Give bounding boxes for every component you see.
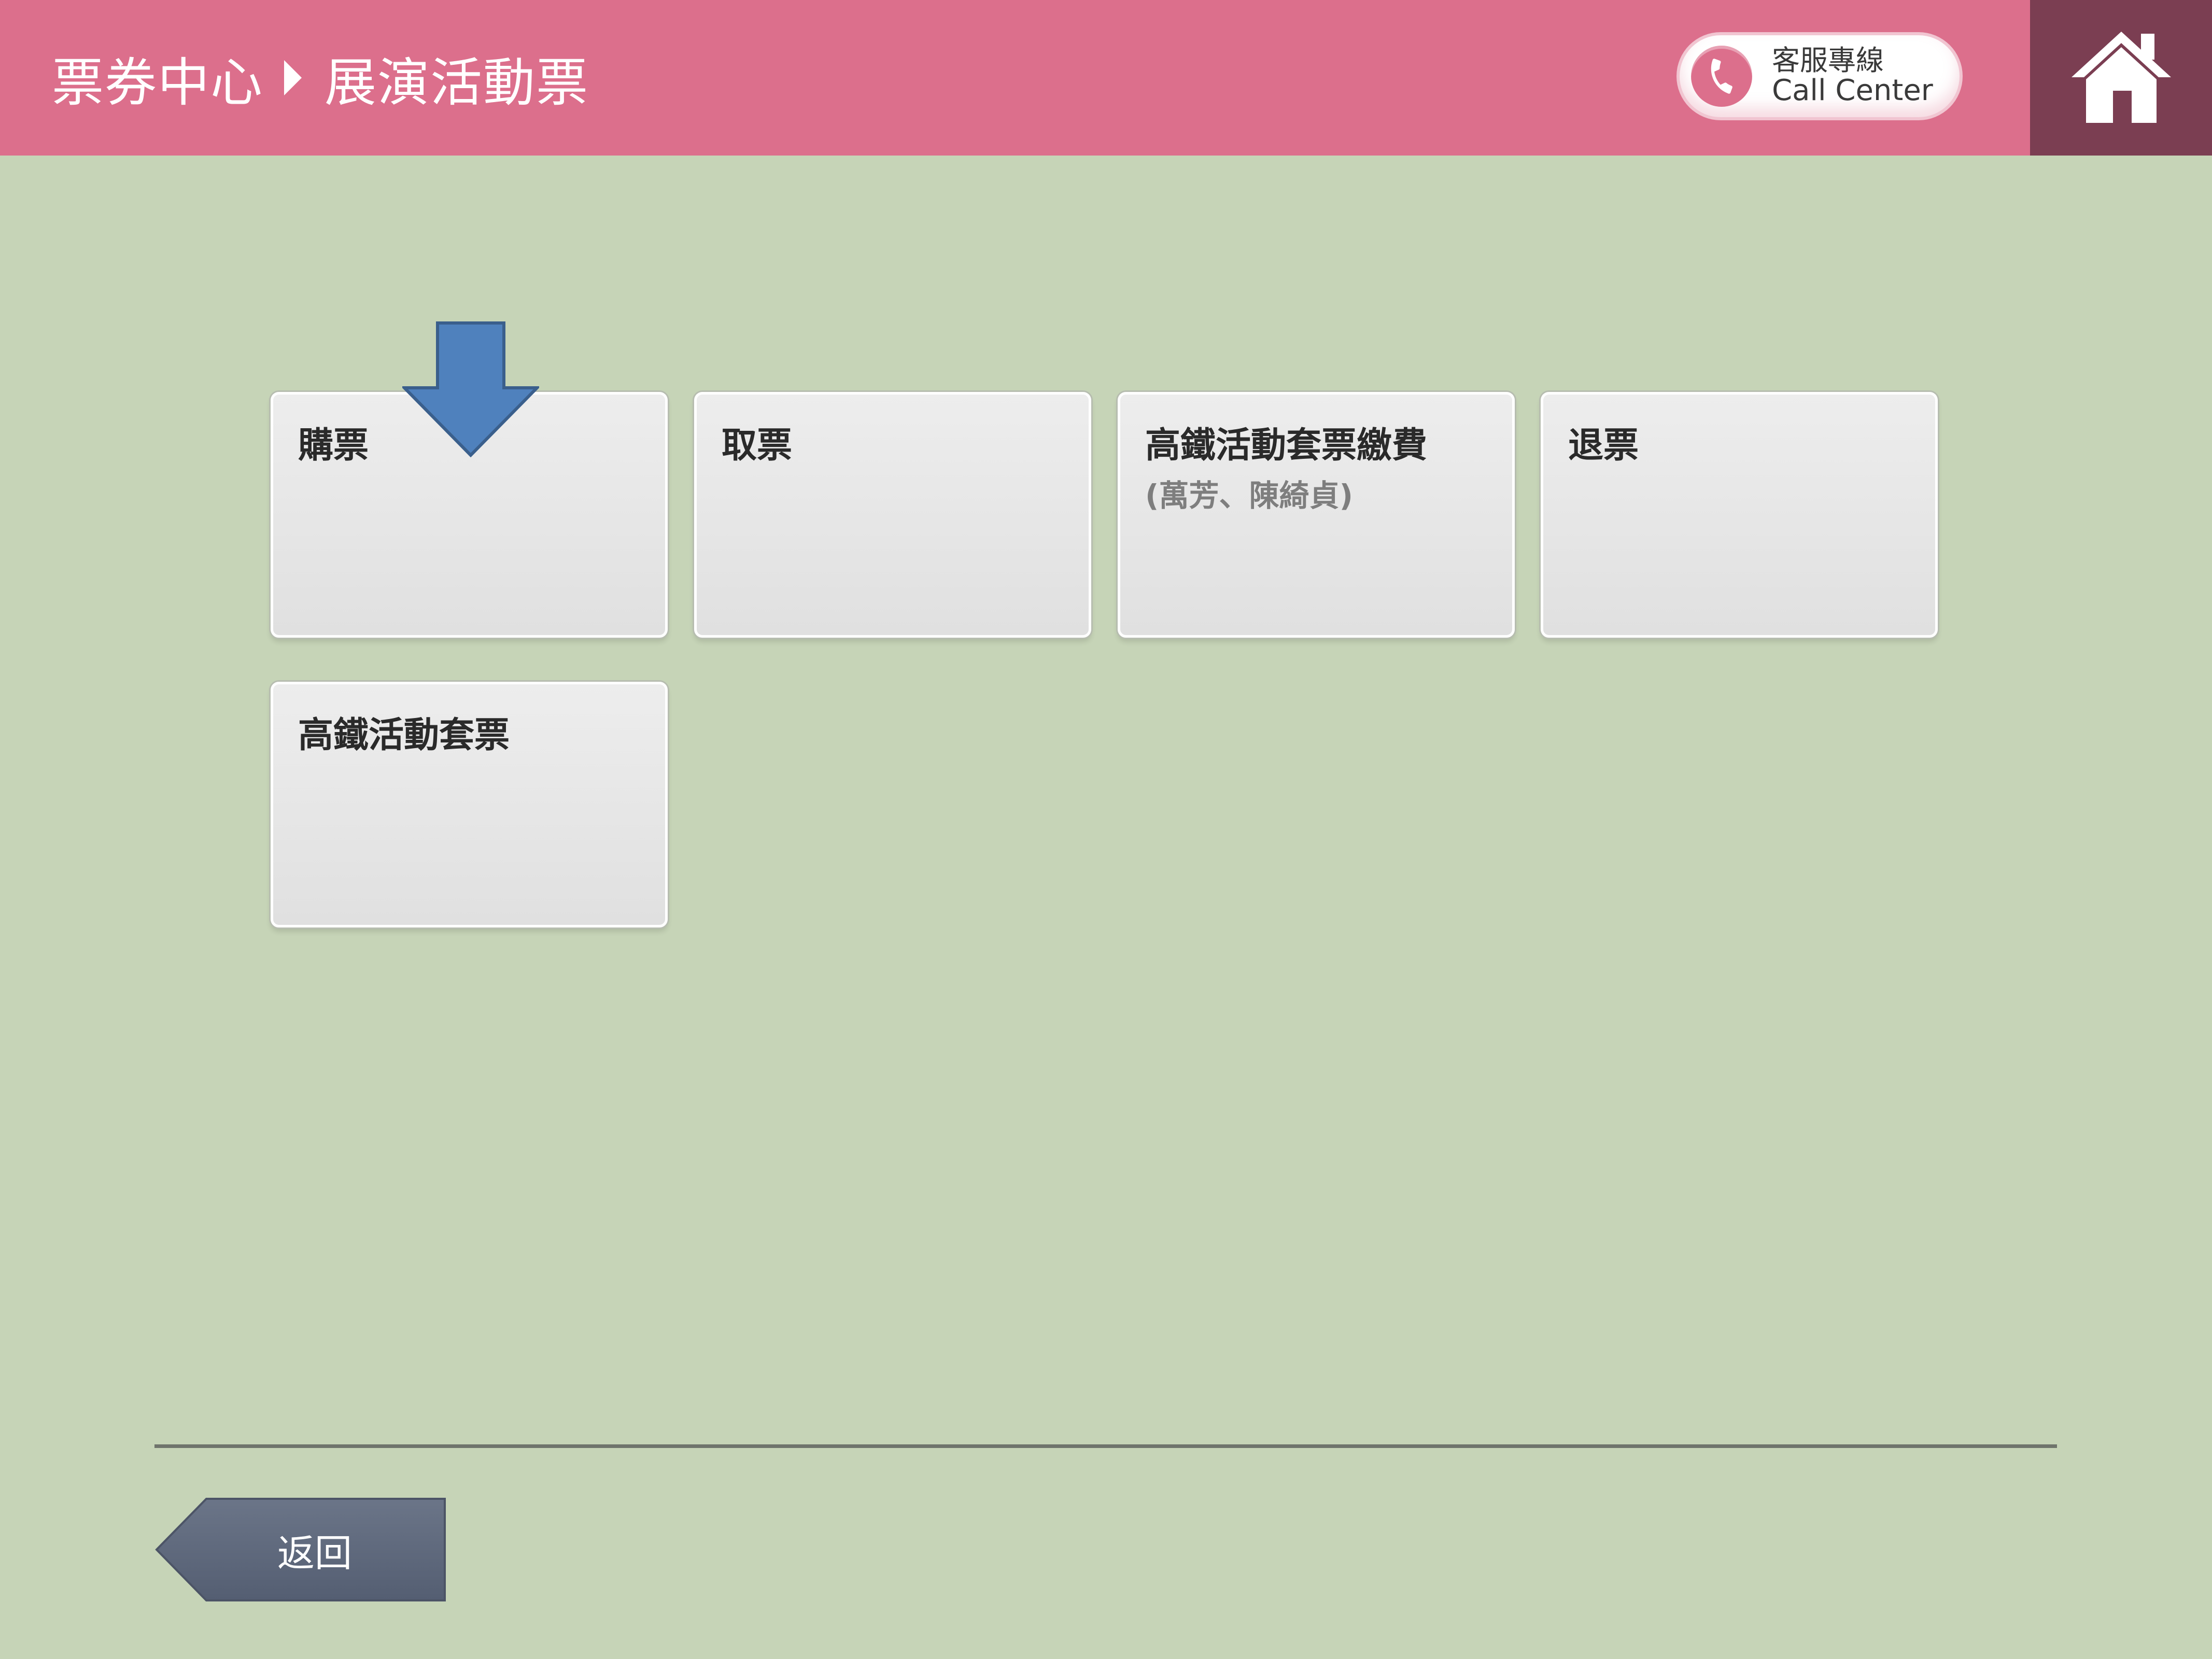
- down-arrow-icon: [402, 321, 539, 457]
- tile-label: 取票: [722, 425, 793, 466]
- tile-label: 購票: [298, 425, 369, 466]
- tile-label: 退票: [1568, 425, 1639, 466]
- breadcrumb-root[interactable]: 票券中心: [52, 40, 263, 116]
- thsr-package-button[interactable]: 高鐵活動套票: [271, 682, 668, 927]
- tile-label: 高鐵活動套票: [298, 715, 510, 756]
- header-bar: 票券中心 展演活動票 客服專線 Call Center: [0, 0, 2212, 156]
- breadcrumb: 票券中心 展演活動票: [52, 0, 589, 156]
- tile-label: 高鐵活動套票繳費: [1145, 425, 1428, 466]
- back-button[interactable]: 返回: [154, 1497, 449, 1602]
- footer-divider: [154, 1444, 2057, 1448]
- phone-icon: [1691, 46, 1752, 107]
- home-button[interactable]: [2030, 0, 2212, 156]
- breadcrumb-current: 展演活動票: [325, 52, 589, 113]
- pickup-ticket-button[interactable]: 取票: [694, 392, 1091, 638]
- call-center-text: 客服專線 Call Center: [1772, 46, 1933, 106]
- refund-ticket-button[interactable]: 退票: [1541, 392, 1938, 638]
- back-button-label: 返回: [277, 1531, 352, 1575]
- thsr-package-payment-button[interactable]: 高鐵活動套票繳費 (萬芳、陳綺貞): [1118, 392, 1515, 638]
- tile-sublabel: (萬芳、陳綺貞): [1145, 478, 1354, 513]
- call-center-label-en: Call Center: [1772, 73, 1933, 107]
- call-center-button[interactable]: 客服專線 Call Center: [1680, 35, 1960, 117]
- breadcrumb-separator-icon: [284, 60, 302, 95]
- call-center-label-zh: 客服專線: [1772, 44, 1884, 77]
- home-icon: [2071, 32, 2171, 123]
